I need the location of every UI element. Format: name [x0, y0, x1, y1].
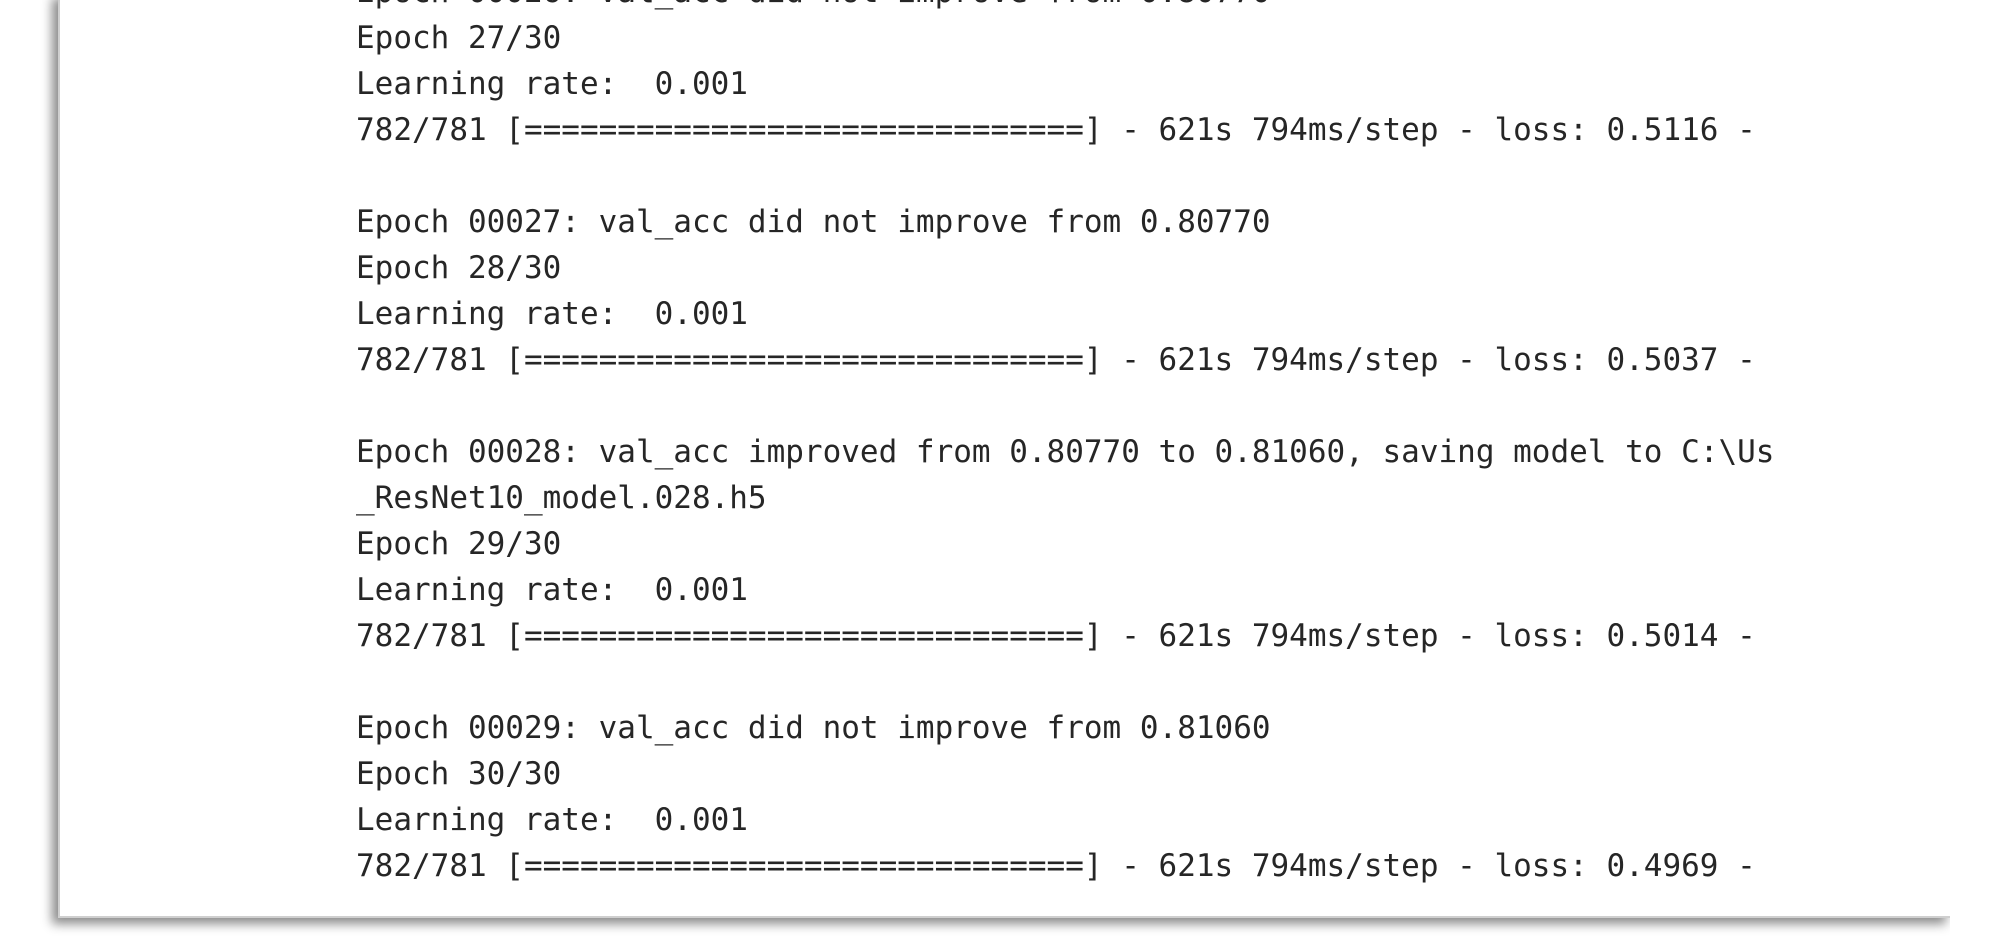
log-line: 782/781 [==============================]… — [356, 342, 1775, 378]
right-margin — [1950, 0, 1998, 938]
log-line: _ResNet10_model.028.h5 — [356, 480, 767, 516]
log-line: 782/781 [==============================]… — [356, 112, 1775, 148]
log-line: 782/781 [==============================]… — [356, 618, 1775, 654]
log-line: Epoch 27/30 — [356, 20, 562, 56]
log-line: Epoch 00027: val_acc did not improve fro… — [356, 204, 1271, 240]
log-line: Epoch 00026: val_acc did not improve fro… — [356, 0, 1774, 15]
log-line: Epoch 28/30 — [356, 250, 562, 286]
log-line: Epoch 00028: val_acc improved from 0.807… — [356, 434, 1775, 470]
log-line: Epoch 30/30 — [356, 756, 562, 792]
cell-output-panel[interactable]: Epoch 00026: val_acc did not improve fro… — [58, 0, 1952, 918]
log-line: Learning rate: 0.001 — [356, 572, 748, 608]
log-line: Learning rate: 0.001 — [356, 296, 748, 332]
log-line: Epoch 29/30 — [356, 526, 562, 562]
log-line: 782/781 [==============================]… — [356, 848, 1775, 884]
training-log-output: Epoch 00026: val_acc did not improve fro… — [356, 0, 1774, 889]
log-line: Epoch 00029: val_acc did not improve fro… — [356, 710, 1271, 746]
log-line: Learning rate: 0.001 — [356, 66, 748, 102]
notebook-page: Epoch 00026: val_acc did not improve fro… — [0, 0, 1998, 938]
log-line: Learning rate: 0.001 — [356, 802, 748, 838]
